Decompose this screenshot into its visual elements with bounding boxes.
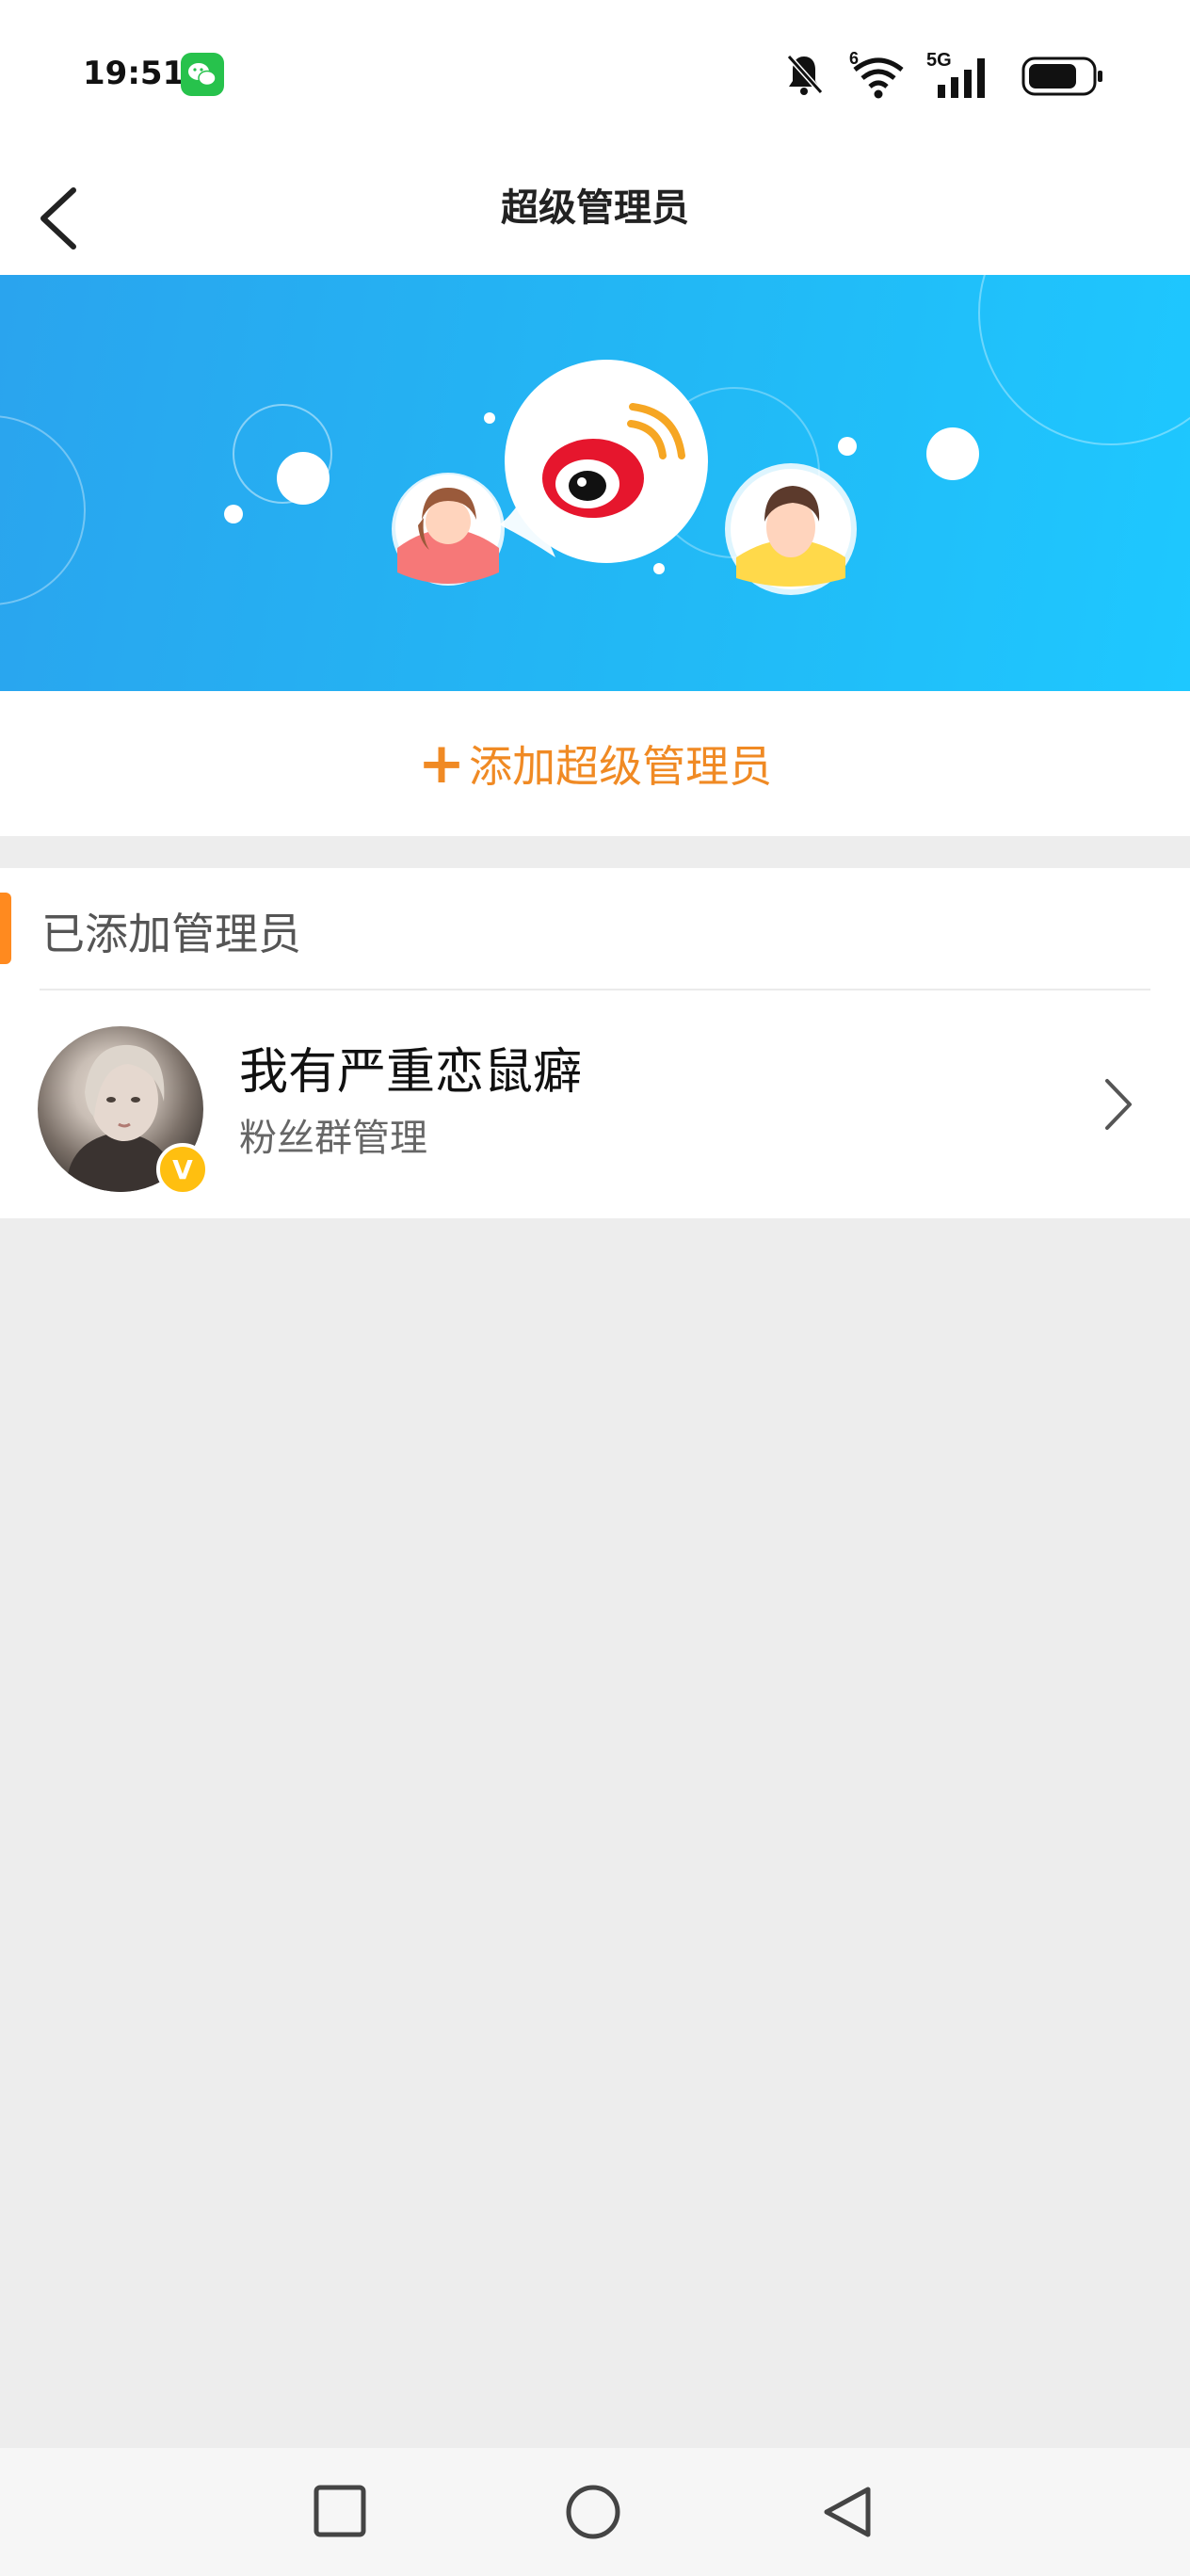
svg-text:6: 6 (849, 49, 859, 68)
section-title: 已添加管理员 (41, 909, 301, 959)
page-title: 超级管理员 (501, 186, 689, 230)
wifi-icon: 6 (849, 49, 904, 99)
plus-icon: + (417, 731, 466, 797)
square-icon (314, 2485, 366, 2537)
recent-apps-button[interactable] (305, 2476, 377, 2548)
added-admins-section: 已添加管理员 V 我有严重恋鼠癖 粉丝群管理 (0, 868, 1190, 1218)
status-time: 19:51 (83, 55, 185, 92)
section-accent-bar (0, 893, 11, 964)
home-button[interactable] (557, 2476, 629, 2548)
wechat-icon (181, 53, 224, 96)
chevron-right-icon (1105, 1079, 1132, 1130)
add-admin-row: + 添加超级管理员 (0, 691, 1190, 836)
system-back-button[interactable] (813, 2476, 885, 2548)
nav-bar: 超级管理员 (0, 151, 1190, 275)
svg-text:5G: 5G (926, 50, 952, 71)
system-nav-bar (0, 2448, 1190, 2576)
verified-badge: V (156, 1143, 209, 1196)
battery-icon (1021, 56, 1102, 96)
admin-name: 我有严重恋鼠癖 (239, 1044, 583, 1101)
admin-role: 粉丝群管理 (239, 1117, 427, 1160)
triangle-back-icon (824, 2487, 871, 2537)
add-super-admin-button[interactable]: + 添加超级管理员 (0, 691, 1190, 836)
banner (0, 275, 1190, 691)
signal-icon: 5G (926, 50, 985, 98)
mute-icon (786, 54, 824, 95)
admin-list-item[interactable]: V 我有严重恋鼠癖 粉丝群管理 (0, 990, 1190, 1218)
add-super-admin-label: 添加超级管理员 (469, 741, 773, 792)
circle-icon (566, 2485, 620, 2539)
banner-illustration (0, 275, 1190, 605)
status-bar: 19:51 6 5G (0, 0, 1190, 151)
